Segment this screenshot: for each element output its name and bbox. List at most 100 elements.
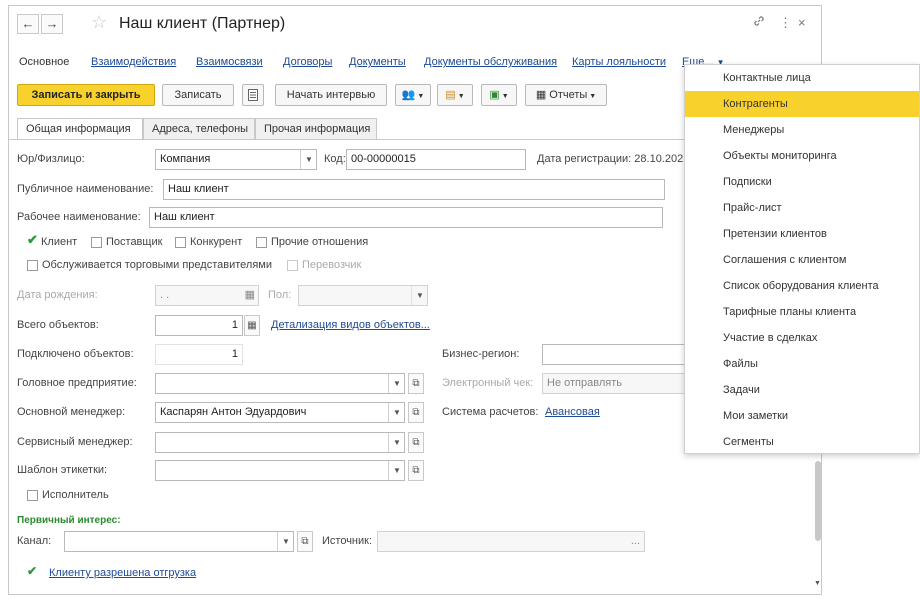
executor-checkbox-label: Исполнитель [42,489,109,501]
objects-calc-button[interactable]: ▦ [244,315,260,336]
chevron-down-icon[interactable]: ▼ [388,461,404,480]
close-icon[interactable]: × [798,15,806,30]
main-manager-label: Основной менеджер: [17,406,126,418]
chevron-down-icon[interactable]: ▼ [411,286,427,305]
source-field[interactable]: ... [377,531,645,552]
objects-detail-link[interactable]: Детализация видов объектов... [271,319,430,331]
menu-item-monitoring-objects[interactable]: Объекты мониторинга [685,143,919,169]
reports-label: Отчеты [549,89,588,101]
open-form-icon: ⧉ [412,378,420,389]
chevron-down-icon[interactable]: ▼ [277,532,293,551]
trade-reps-checkbox[interactable] [27,260,38,271]
chevron-down-icon[interactable]: ▼ [300,150,316,169]
gender-label: Пол: [268,289,292,301]
chevron-down-icon[interactable]: ▼ [388,433,404,452]
menu-item-claims[interactable]: Претензии клиентов [685,221,919,247]
nav-tab-interactions[interactable]: Взаимодействия [91,56,176,68]
carrier-checkbox[interactable] [287,260,298,271]
menu-item-agreements[interactable]: Соглашения с клиентом [685,247,919,273]
forward-button[interactable]: → [41,14,63,34]
business-region-input[interactable] [542,344,686,365]
menu-item-files[interactable]: Файлы [685,351,919,377]
favorite-star-icon[interactable]: ☆ [91,12,107,33]
birth-date-input[interactable]: . . ▦ [155,285,259,306]
channel-input[interactable]: ▼ [64,531,294,552]
other-relations-checkbox-label: Прочие отношения [271,236,369,248]
head-company-input[interactable]: ▼ [155,373,405,394]
objects-total-value: 1 [231,319,238,331]
open-form-icon: ⧉ [412,407,420,418]
service-manager-open-button[interactable]: ⧉ [408,432,424,453]
document-list-button[interactable] [242,84,264,106]
legal-type-select[interactable]: Компания ▼ [155,149,317,170]
menu-item-deals[interactable]: Участие в сделках [685,325,919,351]
code-field[interactable]: 00-00000015 [346,149,526,170]
menu-item-counterparties[interactable]: Контрагенты [685,91,919,117]
source-select-button[interactable]: ... [631,532,640,551]
back-button[interactable]: ← [17,14,39,34]
supplier-checkbox[interactable] [91,237,102,248]
payment-system-link[interactable]: Авансовая [545,406,600,418]
nav-tab-loyalty-cards[interactable]: Карты лояльности [572,56,666,68]
print-dropdown[interactable]: ▤ ▼ [437,84,473,106]
menu-item-my-notes[interactable]: Мои заметки [685,403,919,429]
window-title: Наш клиент (Партнер) [119,15,286,32]
menu-item-tariff-plans[interactable]: Тарифные планы клиента [685,299,919,325]
scrollbar-thumb[interactable] [815,461,821,541]
shipment-allowed-link[interactable]: Клиенту разрешена отгрузка [49,567,196,579]
link-icon[interactable] [753,15,765,30]
nav-tab-main[interactable]: Основное [19,56,69,68]
more-icon[interactable]: ⋮ [779,15,792,31]
client-checkbox[interactable]: ✔ [27,232,38,248]
add-users-dropdown[interactable]: 👥 ▼ [395,84,431,106]
executor-checkbox[interactable] [27,490,38,501]
public-name-input[interactable]: Наш клиент [163,179,665,200]
nav-tab-contracts[interactable]: Договоры [283,56,332,68]
e-receipt-field[interactable]: Не отправлять [542,373,686,394]
work-name-input[interactable]: Наш клиент [149,207,663,228]
nav-tab-documents[interactable]: Документы [349,56,406,68]
menu-item-price-list[interactable]: Прайс-лист [685,195,919,221]
scroll-down-icon[interactable]: ▼ [814,580,821,587]
label-template-open-button[interactable]: ⧉ [408,460,424,481]
related-docs-dropdown[interactable]: ▣ ▼ [481,84,517,106]
chevron-down-icon[interactable]: ▼ [388,374,404,393]
reports-dropdown[interactable]: ▦ Отчеты ▼ [525,84,607,106]
head-company-open-button[interactable]: ⧉ [408,373,424,394]
nav-tab-service-documents[interactable]: Документы обслуживания [424,56,557,68]
label-template-input[interactable]: ▼ [155,460,405,481]
calendar-icon[interactable]: ▦ [245,286,255,305]
service-manager-input[interactable]: ▼ [155,432,405,453]
menu-item-subscriptions[interactable]: Подписки [685,169,919,195]
main-manager-input[interactable]: Каспарян Антон Эдуардович ▼ [155,402,405,423]
tab-addresses-phones[interactable]: Адреса, телефоны [143,118,255,140]
more-dropdown-menu: Контактные лица Контрагенты Менеджеры Об… [684,64,920,454]
save-close-button[interactable]: Записать и закрыть [17,84,155,106]
reports-icon: ▦ [535,89,547,101]
label-template-label: Шаблон этикетки: [17,464,108,476]
main-manager-open-button[interactable]: ⧉ [408,402,424,423]
nav-tab-relations[interactable]: Взаимосвязи [196,56,263,68]
menu-item-tasks[interactable]: Задачи [685,377,919,403]
chevron-down-icon: ▼ [587,93,597,100]
objects-total-input[interactable]: 1 [155,315,243,336]
chevron-down-icon[interactable]: ▼ [388,403,404,422]
client-checkbox-label: Клиент [41,236,78,248]
form-scrollbar[interactable] [815,461,821,551]
menu-item-contacts[interactable]: Контактные лица [685,65,919,91]
channel-open-button[interactable]: ⧉ [297,531,313,552]
save-button[interactable]: Записать [162,84,234,106]
gender-select[interactable]: ▼ [298,285,428,306]
registration-date-label: Дата регистрации: 28.10.202 [537,153,684,165]
menu-item-equipment-list[interactable]: Список оборудования клиента [685,273,919,299]
menu-item-managers[interactable]: Менеджеры [685,117,919,143]
start-interview-button[interactable]: Начать интервью [275,84,387,106]
other-relations-checkbox[interactable] [256,237,267,248]
legal-type-value: Компания [160,153,211,165]
tab-other-info[interactable]: Прочая информация [255,118,377,140]
code-label: Код: [324,153,346,165]
tab-general-info[interactable]: Общая информация [17,118,143,140]
competitor-checkbox[interactable] [175,237,186,248]
main-manager-value: Каспарян Антон Эдуардович [160,406,307,418]
menu-item-segments[interactable]: Сегменты [685,429,919,455]
